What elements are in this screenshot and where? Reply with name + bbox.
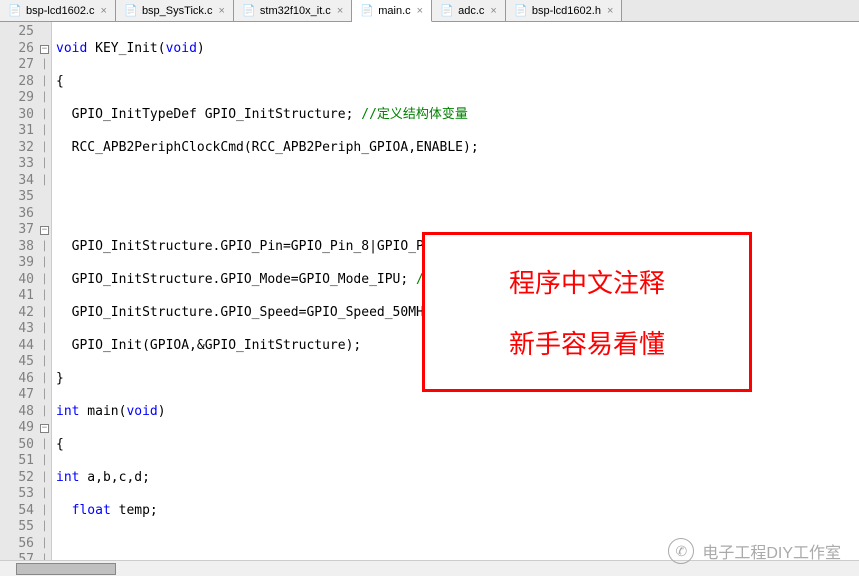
fold-gutter: −││││││││−│││││││││││−││││││││ <box>38 22 52 576</box>
code-line: void KEY_Init(void) <box>56 41 855 58</box>
code-line: { <box>56 437 855 454</box>
tab-bsp-lcd1602-h[interactable]: 📄bsp-lcd1602.h× <box>506 0 623 21</box>
watermark: ✆ 电子工程DIY工作室 <box>668 538 841 564</box>
tab-main-c[interactable]: 📄main.c× <box>352 0 432 22</box>
code-line: GPIO_InitTypeDef GPIO_InitStructure; //定… <box>56 107 855 124</box>
code-line: int main(void) <box>56 404 855 421</box>
close-icon[interactable]: × <box>218 5 224 17</box>
code-line: { <box>56 74 855 91</box>
annotation-text: 程序中文注释 <box>509 263 665 300</box>
c-file-icon: 📄 <box>8 4 22 18</box>
h-file-icon: 📄 <box>514 4 528 18</box>
tab-bsp-systick-c[interactable]: 📄bsp_SysTick.c× <box>116 0 234 21</box>
close-icon[interactable]: × <box>607 5 613 17</box>
code-line: float temp; <box>56 503 855 520</box>
close-icon[interactable]: × <box>101 5 107 17</box>
close-icon[interactable]: × <box>417 5 423 17</box>
code-line <box>56 173 855 190</box>
c-file-icon: 📄 <box>124 4 138 18</box>
c-file-icon: 📄 <box>440 4 454 18</box>
close-icon[interactable]: × <box>490 5 496 17</box>
c-file-icon: 📄 <box>242 4 256 18</box>
tab-adc-c[interactable]: 📄adc.c× <box>432 0 506 21</box>
c-file-icon: 📄 <box>360 4 374 18</box>
tab-bar: 📄bsp-lcd1602.c× 📄bsp_SysTick.c× 📄stm32f1… <box>0 0 859 22</box>
tab-stm32f10x-it-c[interactable]: 📄stm32f10x_it.c× <box>234 0 352 21</box>
scrollbar-thumb[interactable] <box>16 563 116 575</box>
annotation-overlay: 程序中文注释 新手容易看懂 <box>422 232 752 392</box>
tab-bsp-lcd1602-c[interactable]: 📄bsp-lcd1602.c× <box>0 0 116 21</box>
code-line: int a,b,c,d; <box>56 470 855 487</box>
close-icon[interactable]: × <box>337 5 343 17</box>
annotation-text: 新手容易看懂 <box>509 324 665 361</box>
code-line <box>56 206 855 223</box>
code-line: RCC_APB2PeriphClockCmd(RCC_APB2Periph_GP… <box>56 140 855 157</box>
wechat-icon: ✆ <box>668 538 694 564</box>
line-number-gutter: 2526272829303132333435363738394041424344… <box>0 22 38 576</box>
